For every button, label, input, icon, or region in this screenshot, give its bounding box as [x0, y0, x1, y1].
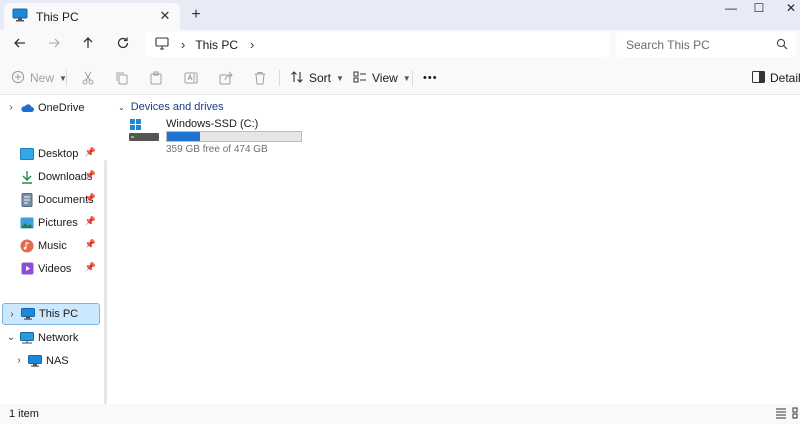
cloud-icon: [20, 101, 34, 115]
status-bar: 1 item: [0, 404, 800, 424]
title-bar: This PC ✕ + — ☐ ✕: [0, 0, 800, 30]
drive-usage-fill: [167, 132, 200, 141]
details-view-icon[interactable]: [775, 407, 789, 421]
navigation-pane: › OneDrive Desktop 📌 Downloads 📌 Documen…: [0, 95, 104, 404]
desktop-icon: [20, 147, 34, 161]
drive-icon: [128, 117, 160, 146]
pin-icon[interactable]: 📌: [85, 216, 96, 227]
sidebar-item-documents[interactable]: Documents 📌: [2, 189, 100, 210]
breadcrumb-chevron[interactable]: ›: [250, 37, 254, 52]
chevron-right-icon[interactable]: ›: [2, 102, 20, 113]
drive-tile-c[interactable]: Windows-SSD (C:) 359 GB free of 474 GB: [128, 117, 308, 157]
sort-label: Sort: [309, 71, 332, 85]
delete-icon[interactable]: [253, 69, 267, 87]
add-circle-icon: [11, 70, 25, 87]
address-row: › This PC › Search This PC: [0, 30, 800, 60]
content-pane: ⌄ Devices and drives Windows-SSD (C:) 35…: [110, 95, 800, 404]
sidebar-item-this-pc[interactable]: › This PC: [2, 303, 100, 325]
new-button[interactable]: New ▼: [11, 69, 67, 87]
pin-icon[interactable]: 📌: [85, 170, 96, 181]
details-button[interactable]: Details: [752, 69, 800, 87]
group-title: Devices and drives: [130, 101, 224, 113]
up-arrow-icon[interactable]: [79, 36, 97, 54]
sidebar-item-network[interactable]: ⌄ Network: [2, 327, 100, 348]
chevron-down-icon: ▼: [402, 73, 411, 83]
pin-icon[interactable]: 📌: [85, 262, 96, 273]
chevron-down-icon[interactable]: ⌄: [2, 332, 20, 343]
music-icon: [20, 239, 34, 253]
rename-icon[interactable]: [184, 69, 198, 87]
divider: [66, 70, 67, 86]
network-icon: [20, 331, 34, 345]
sidebar-item-music[interactable]: Music 📌: [2, 235, 100, 256]
download-icon: [20, 170, 34, 184]
sidebar-label: Videos: [38, 262, 72, 275]
sidebar-label: NAS: [46, 354, 69, 367]
sort-icon: [290, 70, 304, 87]
breadcrumb-this-pc[interactable]: This PC: [195, 38, 238, 52]
breadcrumb-separator[interactable]: ›: [181, 37, 185, 52]
tiles-view-icon[interactable]: [792, 407, 800, 421]
item-count: 1 item: [9, 408, 39, 420]
search-icon: [776, 38, 788, 53]
sidebar-item-onedrive[interactable]: › OneDrive: [2, 97, 100, 118]
refresh-icon[interactable]: [114, 36, 132, 54]
copy-icon[interactable]: [115, 69, 129, 87]
chevron-right-icon[interactable]: ›: [3, 309, 21, 320]
close-window-button[interactable]: ✕: [768, 0, 800, 18]
search-placeholder: Search This PC: [626, 37, 710, 52]
sidebar-item-videos[interactable]: Videos 📌: [2, 258, 100, 279]
tab-title: This PC: [36, 9, 79, 24]
paste-icon[interactable]: [149, 69, 163, 87]
details-pane-icon: [752, 70, 765, 86]
chevron-down-icon: ⌄: [118, 102, 125, 112]
sidebar-item-pictures[interactable]: Pictures 📌: [2, 212, 100, 233]
cut-icon[interactable]: [81, 69, 95, 87]
sidebar-label: This PC: [39, 308, 79, 320]
sidebar-label: Network: [38, 331, 79, 344]
divider: [412, 70, 413, 86]
sidebar-label: Desktop: [38, 147, 79, 160]
drive-free-space: 359 GB free of 474 GB: [166, 144, 268, 155]
sidebar-item-nas[interactable]: › NAS: [10, 350, 100, 371]
view-button[interactable]: View ▼: [353, 69, 411, 87]
new-label: New: [30, 71, 55, 85]
details-label: Details: [770, 71, 800, 85]
command-bar: New ▼ Sort ▼ View ▼ ••• Detail: [0, 60, 800, 95]
sort-button[interactable]: Sort ▼: [290, 69, 344, 87]
share-icon[interactable]: [219, 69, 233, 87]
sidebar-label: OneDrive: [38, 101, 85, 114]
monitor-icon: [28, 354, 42, 368]
document-icon: [20, 192, 34, 207]
new-tab-button[interactable]: +: [188, 6, 204, 24]
pin-icon[interactable]: 📌: [85, 147, 96, 158]
more-options-button[interactable]: •••: [423, 69, 438, 87]
view-label: View: [372, 71, 398, 85]
monitor-icon: [12, 8, 28, 25]
picture-icon: [20, 216, 34, 230]
monitor-outline-icon: [155, 36, 169, 53]
sidebar-scrollbar[interactable]: [104, 160, 107, 404]
pin-icon[interactable]: 📌: [85, 239, 96, 250]
sidebar-label: Music: [38, 239, 67, 252]
drive-name: Windows-SSD (C:): [166, 118, 259, 130]
tab-this-pc[interactable]: This PC ✕: [4, 3, 180, 30]
monitor-icon: [21, 307, 35, 321]
pin-icon[interactable]: 📌: [85, 193, 96, 204]
chevron-right-icon[interactable]: ›: [10, 355, 28, 366]
address-bar[interactable]: › This PC ›: [145, 32, 609, 57]
divider: [279, 70, 280, 86]
group-header-devices[interactable]: ⌄ Devices and drives: [118, 101, 224, 113]
chevron-down-icon: ▼: [336, 73, 344, 83]
view-list-icon: [353, 70, 367, 87]
search-box[interactable]: Search This PC: [616, 32, 796, 57]
drive-usage-bar: [166, 131, 302, 142]
forward-arrow-icon[interactable]: [45, 36, 63, 54]
back-arrow-icon[interactable]: [11, 36, 29, 54]
video-icon: [20, 262, 34, 276]
tab-close-icon[interactable]: ✕: [158, 9, 172, 23]
sidebar-item-desktop[interactable]: Desktop 📌: [2, 143, 100, 164]
sidebar-item-downloads[interactable]: Downloads 📌: [2, 166, 100, 187]
sidebar-label: Pictures: [38, 216, 78, 229]
